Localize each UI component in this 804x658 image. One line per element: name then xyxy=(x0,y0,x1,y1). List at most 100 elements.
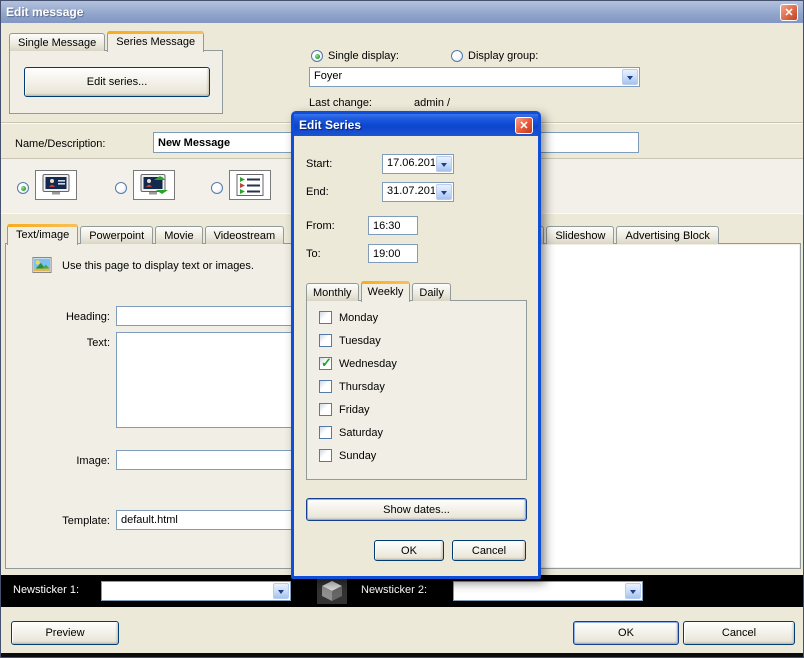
display-target-value: Foyer xyxy=(310,68,621,86)
display-group-label: Display group: xyxy=(468,50,538,62)
newsticker1-combobox[interactable] xyxy=(101,581,291,601)
dialog-ok-button[interactable]: OK xyxy=(374,540,444,561)
newsticker1-value xyxy=(102,582,272,600)
ok-button[interactable]: OK xyxy=(573,621,679,645)
name-description-label: Name/Description: xyxy=(15,138,105,150)
newsticker-icon-tile xyxy=(317,577,347,604)
checkbox-label: Thursday xyxy=(339,381,385,393)
tab-single-message[interactable]: Single Message xyxy=(9,33,105,51)
end-label: End: xyxy=(306,186,329,198)
day-row[interactable]: Thursday xyxy=(319,380,385,393)
tab-daily[interactable]: Daily xyxy=(412,283,450,301)
checkbox-saturday[interactable] xyxy=(319,426,332,439)
display-type-radio-ticker[interactable] xyxy=(211,182,223,194)
close-icon[interactable]: ✕ xyxy=(515,117,533,134)
dialog-titlebar: Edit Series ✕ xyxy=(294,114,538,136)
chevron-down-icon xyxy=(441,191,447,198)
tab-monthly[interactable]: Monthly xyxy=(306,283,359,301)
checkbox-label: Saturday xyxy=(339,427,383,439)
window-titlebar: Edit message ✕ xyxy=(1,1,803,23)
last-change-label: Last change: xyxy=(309,97,372,109)
image-label: Image: xyxy=(14,455,110,467)
preview-button[interactable]: Preview xyxy=(11,621,119,645)
dropdown-button[interactable] xyxy=(436,184,452,200)
display-type-ticker-option[interactable] xyxy=(229,170,271,200)
dialog-cancel-button[interactable]: Cancel xyxy=(452,540,526,561)
checkbox-friday[interactable] xyxy=(319,403,332,416)
recurrence-tabs: Monthly Weekly Daily xyxy=(306,280,451,301)
single-display-label: Single display: xyxy=(328,50,399,62)
tab-text-image[interactable]: Text/image xyxy=(7,224,78,245)
tab-weekly[interactable]: Weekly xyxy=(361,281,411,302)
page-hint: Use this page to display text or images. xyxy=(62,260,254,272)
heading-label: Heading: xyxy=(14,311,110,323)
tab-movie[interactable]: Movie xyxy=(155,226,202,244)
dropdown-button[interactable] xyxy=(436,156,452,172)
checkbox-wednesday[interactable] xyxy=(319,357,332,370)
end-date-value: 31.07.2013 xyxy=(383,183,435,201)
edit-message-window: Edit message ✕ Single Message Series Mes… xyxy=(0,0,804,658)
text-label: Text: xyxy=(14,337,110,349)
screen-message-icon xyxy=(42,174,70,196)
newsticker1-label: Newsticker 1: xyxy=(13,584,79,596)
newsticker2-combobox[interactable] xyxy=(453,581,643,601)
newsticker-bar: Newsticker 1: Newsticker 2: xyxy=(1,575,803,607)
picture-icon xyxy=(32,257,52,276)
tab-advertising-block[interactable]: Advertising Block xyxy=(616,226,718,244)
checkbox-label: Wednesday xyxy=(339,358,397,370)
edit-series-button[interactable]: Edit series... xyxy=(24,67,210,97)
checkbox-label: Tuesday xyxy=(339,335,381,347)
start-label: Start: xyxy=(306,158,332,170)
message-tabs: Single Message Series Message xyxy=(9,30,204,51)
radio-icon[interactable] xyxy=(311,50,323,62)
newsticker2-value xyxy=(454,582,624,600)
tab-slideshow[interactable]: Slideshow xyxy=(546,226,614,244)
tab-videostream[interactable]: Videostream xyxy=(205,226,285,244)
checkbox-sunday[interactable] xyxy=(319,449,332,462)
weekly-panel: Monday Tuesday Wednesday Thursday Friday xyxy=(306,300,527,480)
day-row[interactable]: Wednesday xyxy=(319,357,397,370)
dropdown-button[interactable] xyxy=(273,583,289,599)
window-bottom-border xyxy=(1,653,803,658)
cube-icon xyxy=(320,580,344,602)
to-time-input[interactable] xyxy=(368,244,418,263)
day-row[interactable]: Tuesday xyxy=(319,334,381,347)
checkbox-thursday[interactable] xyxy=(319,380,332,393)
checkbox-label: Friday xyxy=(339,404,370,416)
display-target-combobox[interactable]: Foyer xyxy=(309,67,640,87)
single-display-radio[interactable]: Single display: xyxy=(311,50,399,62)
checkbox-monday[interactable] xyxy=(319,311,332,324)
tab-series-message[interactable]: Series Message xyxy=(107,31,204,52)
day-row[interactable]: Monday xyxy=(319,311,378,324)
display-type-radio-update[interactable] xyxy=(115,182,127,194)
to-label: To: xyxy=(306,248,321,260)
display-type-update-option[interactable] xyxy=(133,170,175,200)
display-group-radio[interactable]: Display group: xyxy=(451,50,538,62)
window-title: Edit message xyxy=(6,5,83,19)
series-message-panel: Edit series... xyxy=(9,50,223,114)
dropdown-button[interactable] xyxy=(622,69,638,85)
day-row[interactable]: Saturday xyxy=(319,426,383,439)
ticker-list-icon xyxy=(236,174,264,196)
radio-icon[interactable] xyxy=(451,50,463,62)
day-row[interactable]: Friday xyxy=(319,403,370,416)
from-time-input[interactable] xyxy=(368,216,418,235)
from-label: From: xyxy=(306,220,335,232)
template-label: Template: xyxy=(14,515,110,527)
display-type-message-option[interactable] xyxy=(35,170,77,200)
chevron-down-icon xyxy=(627,76,633,83)
checkbox-tuesday[interactable] xyxy=(319,334,332,347)
chevron-down-icon xyxy=(441,163,447,170)
show-dates-button[interactable]: Show dates... xyxy=(306,498,527,521)
close-icon[interactable]: ✕ xyxy=(780,4,798,21)
tab-powerpoint[interactable]: Powerpoint xyxy=(80,226,153,244)
day-row[interactable]: Sunday xyxy=(319,449,376,462)
dialog-title: Edit Series xyxy=(299,118,361,132)
end-date-combobox[interactable]: 31.07.2013 xyxy=(382,182,454,202)
start-date-combobox[interactable]: 17.06.2013 xyxy=(382,154,454,174)
chevron-down-icon xyxy=(278,590,284,597)
cancel-button[interactable]: Cancel xyxy=(683,621,795,645)
dropdown-button[interactable] xyxy=(625,583,641,599)
last-change-value: admin / xyxy=(414,97,450,109)
display-type-radio-message[interactable] xyxy=(17,182,29,194)
